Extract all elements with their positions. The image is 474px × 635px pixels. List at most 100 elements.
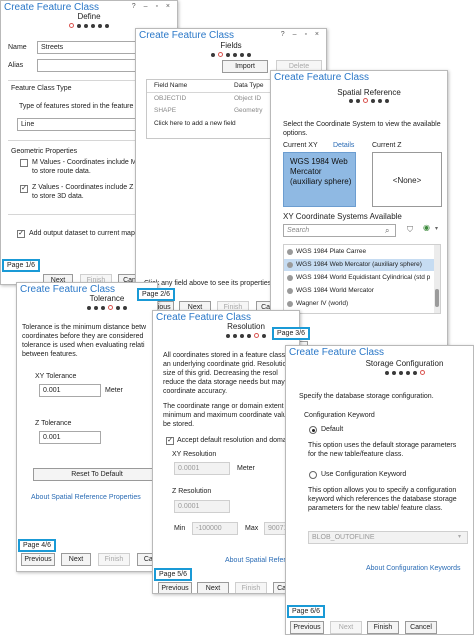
globe-icon (287, 249, 293, 255)
list-scrollbar[interactable] (434, 245, 440, 313)
step-dot (211, 53, 215, 57)
m-values-checkbox[interactable] (20, 159, 28, 167)
window-controls[interactable]: ? ‒ ▫ × (281, 31, 322, 38)
next-button[interactable]: Next (61, 553, 91, 566)
storage-pane: Create Feature Class Storage Configurati… (285, 345, 474, 635)
step-dot (262, 334, 266, 338)
xy-tolerance-label: XY Tolerance (35, 373, 77, 380)
step-dot (405, 371, 410, 375)
step-dot (378, 99, 382, 103)
table-row-cell[interactable]: SHAPE (154, 107, 176, 114)
globe-add-icon[interactable]: ◉ (423, 223, 430, 232)
table-row-cell[interactable]: OBJECTID (154, 95, 186, 102)
window-controls[interactable]: ? ‒ ▫ × (132, 3, 173, 10)
current-xy-box[interactable]: WGS 1984 Web Mercator (auxiliary sphere) (283, 152, 356, 207)
import-button[interactable]: Import (222, 60, 268, 73)
current-xy-label: Current XY (283, 142, 318, 149)
search-input[interactable]: Search (283, 224, 396, 237)
xy-tolerance-unit: Meter (105, 387, 123, 394)
step-dot (84, 24, 88, 28)
scrollbar-thumb[interactable] (435, 289, 439, 307)
resolution-desc-1: All coordinates stored in a feature clas… (163, 352, 299, 395)
previous-button[interactable]: Previous (21, 553, 55, 566)
finish-button: Finish (98, 553, 130, 566)
current-z-label: Current Z (372, 142, 402, 149)
list-item[interactable]: Wagner IV (world) (284, 298, 440, 310)
step-dot (226, 53, 230, 57)
fc-type-desc: Type of features stored in the feature c (19, 103, 139, 110)
about-spatial-reference-link[interactable]: About Spatial Reference Properties (31, 494, 141, 501)
next-button[interactable]: Next (197, 582, 229, 593)
xy-systems-label: XY Coordinate Systems Available (283, 212, 402, 221)
xy-resolution-label: XY Resolution (172, 451, 217, 458)
step-dot-current (419, 370, 425, 375)
chevron-down-icon: ▾ (458, 534, 462, 540)
step-dot (247, 334, 251, 338)
finish-button: Finish (235, 582, 267, 593)
add-output-checkbox[interactable]: ✓ (17, 230, 25, 238)
column-header-field-name[interactable]: Field Name (154, 82, 187, 89)
finish-button[interactable]: Finish (367, 621, 399, 634)
current-z-box[interactable]: <None> (372, 152, 442, 207)
step-dot (240, 334, 244, 338)
storage-desc: Specify the database storage configurati… (299, 393, 434, 400)
page-badge-5: Page 5/6 (154, 568, 193, 581)
accept-default-checkbox[interactable]: ✓ (166, 437, 174, 445)
geom-props-label: Geometric Properties (11, 148, 78, 155)
filter-icon[interactable]: ⛉ (407, 225, 413, 235)
step-dot (385, 99, 389, 103)
use-keyword-desc: This option allows you to specify a conf… (308, 487, 457, 512)
step-dots (291, 98, 447, 103)
previous-button[interactable]: Previous (158, 582, 192, 593)
list-item[interactable]: WGS 1984 Plate Carree (284, 246, 440, 258)
details-link[interactable]: Details (333, 142, 354, 149)
step-dots (136, 52, 326, 57)
default-radio[interactable] (309, 426, 317, 434)
use-keyword-label: Use Configuration Keyword (321, 471, 407, 478)
dropdown-arrow-icon[interactable]: ▾ (435, 225, 438, 232)
z-values-checkbox[interactable]: ✓ (20, 185, 28, 193)
search-icon: ⌕ (385, 226, 390, 235)
page-badge-6: Page 6/6 (287, 605, 326, 618)
about-spatial-reference-link[interactable]: About Spatial Refer (225, 557, 286, 564)
previous-button[interactable]: Previous (290, 621, 324, 634)
coordinate-systems-list[interactable]: WGS 1984 Plate Carree WGS 1984 Web Merca… (283, 244, 441, 314)
use-keyword-radio[interactable] (309, 471, 317, 479)
list-item[interactable]: WGS 1984 World Equidistant Cylindrical (… (284, 272, 440, 284)
reset-to-default-button[interactable]: Reset To Default (33, 468, 157, 481)
m-values-label: M Values - Coordinates include M (32, 159, 137, 166)
z-resolution-input: 0.0001 (174, 500, 230, 513)
column-header-data-type[interactable]: Data Type (234, 82, 264, 89)
config-keyword-label: Configuration Keyword (304, 412, 375, 419)
step-dot-current (69, 23, 74, 28)
list-item-selected[interactable]: WGS 1984 Web Mercator (auxiliary sphere) (284, 259, 440, 271)
step-dot (91, 24, 95, 28)
step-dot (77, 24, 81, 28)
step-dots (336, 370, 473, 375)
table-row-cell[interactable]: Object ID (234, 95, 261, 102)
add-field-row[interactable]: Click here to add a new field (154, 120, 236, 127)
z-tolerance-input[interactable]: 0.001 (39, 431, 101, 444)
default-desc: This option uses the default storage par… (308, 442, 457, 458)
xy-resolution-unit: Meter (237, 465, 255, 472)
step-dot-current (363, 98, 368, 103)
cancel-button[interactable]: Cancel (405, 621, 437, 634)
storage-title: Create Feature Class (289, 347, 385, 358)
max-label: Max (245, 525, 259, 532)
spatial-title: Create Feature Class (274, 72, 370, 83)
next-button: Next (330, 621, 362, 634)
keyword-select: BLOB_OUTOFLINE (308, 531, 468, 544)
fields-hint: Click any field above to see its propert… (144, 280, 274, 287)
define-subtitle: Define (77, 12, 101, 21)
step-dot (116, 306, 120, 310)
step-dots (57, 305, 157, 310)
list-item[interactable]: WGS 1984 World Mercator (284, 285, 440, 297)
about-config-keywords-link[interactable]: About Configuration Keywords (366, 565, 461, 572)
step-dot (87, 306, 91, 310)
table-row-cell[interactable]: Geometry (234, 107, 263, 114)
current-z-value: <None> (392, 176, 422, 185)
z-resolution-label: Z Resolution (172, 488, 212, 495)
search-placeholder: Search (287, 227, 310, 234)
xy-tolerance-input[interactable]: 0.001 (39, 384, 101, 397)
step-dot (101, 306, 105, 310)
